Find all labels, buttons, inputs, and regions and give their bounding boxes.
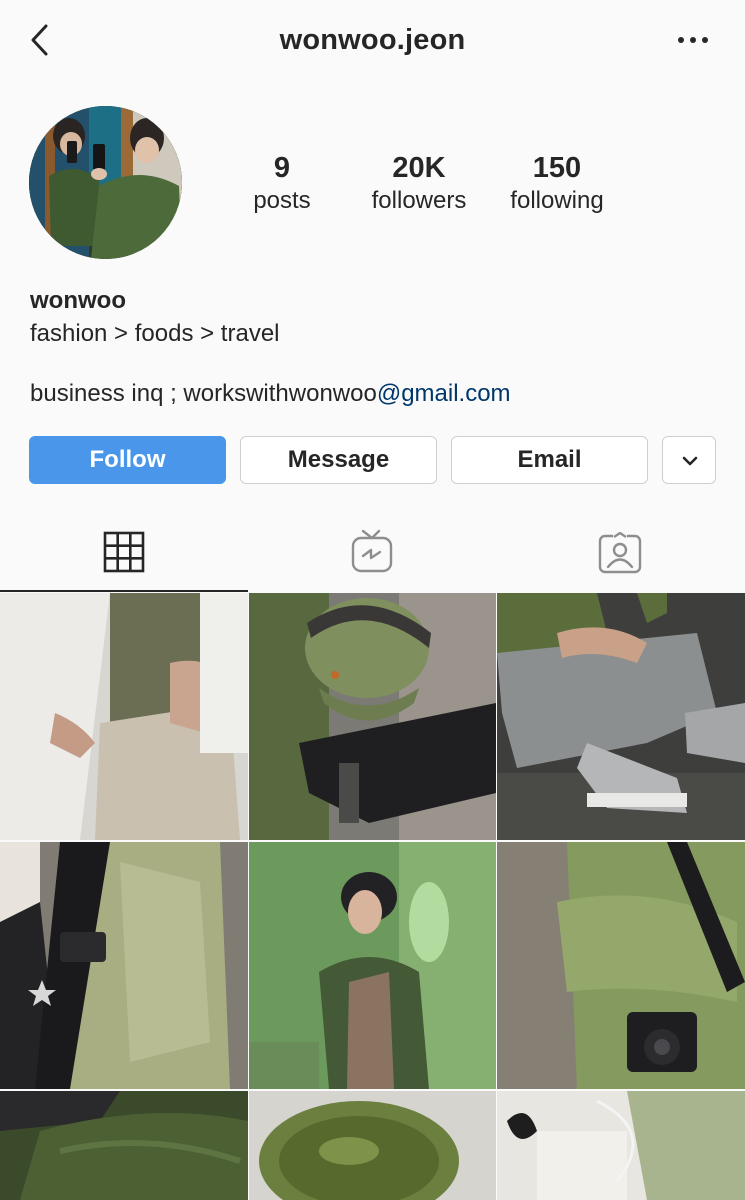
follow-button[interactable]: Follow — [29, 436, 226, 484]
profile-avatar[interactable] — [29, 106, 182, 259]
posts-count-value: 9 — [273, 152, 291, 184]
post-thumbnail[interactable] — [497, 1091, 745, 1200]
post-thumbnail[interactable] — [497, 593, 745, 840]
igtv-icon — [351, 529, 393, 573]
more-options-button[interactable] — [672, 24, 714, 56]
post-photo — [497, 842, 745, 1089]
followers-count-label: followers — [371, 187, 467, 214]
following-count-label: following — [510, 187, 604, 214]
email-button[interactable]: Email — [451, 436, 648, 484]
business-email-link[interactable]: @gmail.com — [377, 380, 511, 407]
post-thumbnail[interactable] — [0, 1091, 248, 1200]
followers-count[interactable]: 20K followers — [344, 150, 494, 216]
profile-display-name: wonwoo — [30, 287, 126, 314]
business-contact-text: business inq ; workswithwonwoo — [30, 380, 377, 407]
post-thumbnail[interactable] — [249, 842, 496, 1089]
post-thumbnail[interactable] — [249, 1091, 496, 1200]
more-horizontal-icon — [678, 37, 708, 43]
post-thumbnail[interactable] — [497, 842, 745, 1089]
post-photo — [0, 1091, 248, 1200]
post-thumbnail[interactable] — [0, 842, 248, 1089]
message-button[interactable]: Message — [240, 436, 437, 484]
avatar-photo — [29, 106, 182, 259]
post-photo — [0, 593, 248, 840]
post-photo — [249, 842, 496, 1089]
suggested-accounts-button[interactable] — [662, 436, 716, 484]
post-thumbnail[interactable] — [249, 593, 496, 840]
following-count[interactable]: 150 following — [482, 150, 632, 216]
profile-business-contact: business inq ; workswithwonwoo@gmail.com — [30, 380, 511, 408]
post-photo — [497, 593, 745, 840]
tab-igtv[interactable] — [248, 512, 496, 592]
post-photo — [497, 1091, 745, 1200]
tab-posts-grid[interactable] — [0, 512, 248, 592]
chevron-down-icon — [682, 456, 698, 466]
post-photo — [0, 842, 248, 1089]
following-count-value: 150 — [532, 152, 582, 184]
top-nav: wonwoo.jeon — [0, 0, 745, 80]
profile-username-title: wonwoo.jeon — [279, 24, 466, 56]
post-photo — [249, 1091, 496, 1200]
post-photo — [249, 593, 496, 840]
posts-count-label: posts — [253, 187, 311, 214]
tab-tagged[interactable] — [496, 512, 744, 592]
profile-bio-text: fashion > foods > travel — [30, 320, 280, 347]
tagged-user-icon — [598, 532, 642, 574]
followers-count-value: 20K — [392, 152, 446, 184]
posts-count: 9 posts — [207, 150, 357, 216]
grid-icon — [103, 531, 145, 573]
post-thumbnail[interactable] — [0, 593, 248, 840]
posts-grid — [0, 593, 745, 1200]
